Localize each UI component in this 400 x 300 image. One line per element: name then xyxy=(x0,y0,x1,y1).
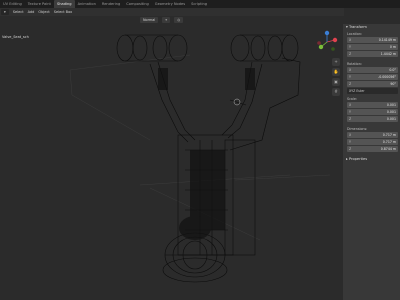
tab-animation[interactable]: Animation xyxy=(75,0,99,8)
zoom-icon[interactable]: + xyxy=(332,58,340,66)
menu-select[interactable]: Select xyxy=(13,10,24,14)
dimensions-x-field[interactable]: X 0.717 m xyxy=(347,132,398,138)
mode-dropdown[interactable]: ▾ xyxy=(1,9,9,15)
menu-object[interactable]: Object xyxy=(38,10,49,14)
object-name-label: Valve_Seat_sch xyxy=(2,35,29,39)
tab-compositing[interactable]: Compositing xyxy=(123,0,152,8)
3d-viewport[interactable] xyxy=(0,16,343,300)
location-z-field[interactable]: Z 1.4442 m xyxy=(347,51,398,57)
proportional-edit-icon[interactable]: ◎ xyxy=(174,17,184,23)
location-y-field[interactable]: Y0 m xyxy=(347,44,398,50)
rotation-x-field[interactable]: X 0.0° xyxy=(347,67,398,73)
dimensions-z-field[interactable]: Z 0.8744 m xyxy=(347,146,398,152)
camera-icon[interactable]: ▣ xyxy=(332,78,340,86)
select-box-dropdown[interactable]: Select Box xyxy=(54,10,72,14)
tab-rendering[interactable]: Rendering xyxy=(99,0,123,8)
scale-x-field[interactable]: X 0.001 xyxy=(347,102,398,108)
workspace-tabs: UV Editing Texture Paint Shading Animati… xyxy=(0,0,400,8)
location-x-field[interactable]: X 0.14149 m xyxy=(347,37,398,43)
hand-icon[interactable]: ✋ xyxy=(332,68,340,76)
scale-y-field[interactable]: Y 0.001 xyxy=(347,109,398,115)
editor-header: ▾ Select Add Object Select Box xyxy=(0,8,344,16)
sidebar-n-panel: ▾ Transform Location: X 0.14149 m Y0 m Z1… xyxy=(343,24,400,300)
tab-texture-paint[interactable]: Texture Paint xyxy=(25,0,54,8)
transform-header[interactable]: ▾ Transform xyxy=(343,24,400,31)
snap-icon[interactable]: ⌖ xyxy=(162,17,171,23)
tab-geometry-nodes[interactable]: Geometry Nodes xyxy=(152,0,188,8)
properties-header[interactable]: ▸ Properties xyxy=(343,156,400,163)
rotation-y-field[interactable]: Y -0.000056° xyxy=(347,74,398,80)
tab-uv-editing[interactable]: UV Editing xyxy=(0,0,25,8)
dimensions-y-field[interactable]: Y 0.717 m xyxy=(347,139,398,145)
grid-icon[interactable]: # xyxy=(332,88,340,96)
tab-shading[interactable]: Shading xyxy=(53,0,75,8)
rotation-z-field[interactable]: Z 90° xyxy=(347,81,398,87)
navigation-gizmo[interactable] xyxy=(315,30,339,54)
transform-tools: Normal ⌖ ◎ xyxy=(140,17,184,23)
orientation-dropdown[interactable]: Normal xyxy=(140,17,159,23)
menu-add[interactable]: Add xyxy=(28,10,35,14)
tab-scripting[interactable]: Scripting xyxy=(188,0,210,8)
rotation-mode-dropdown[interactable]: XYZ Euler xyxy=(347,88,398,94)
wireframe-model xyxy=(69,34,331,283)
scale-z-field[interactable]: Z 0.001 xyxy=(347,116,398,122)
